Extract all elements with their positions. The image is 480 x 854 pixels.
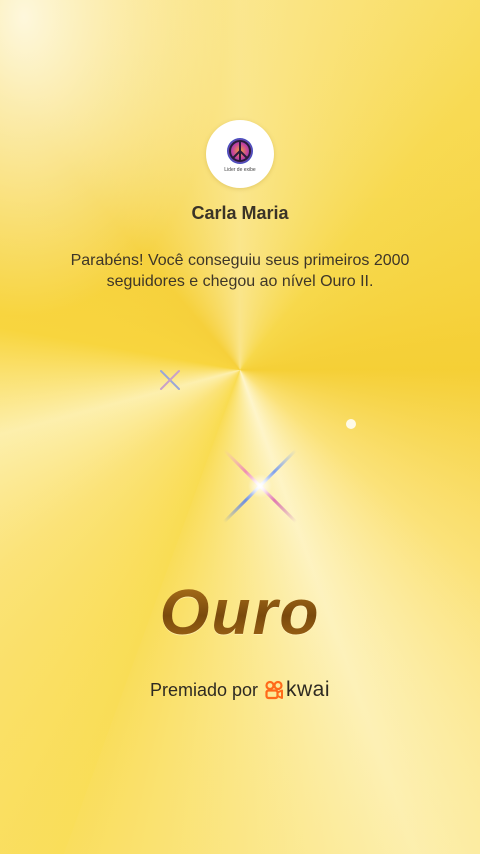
- message-line-1: Parabéns! Você conseguiu seus primeiros …: [70, 252, 410, 269]
- peace-symbol-icon: [227, 137, 253, 164]
- awarded-by-label: Premiado por: [149, 679, 259, 700]
- avatar-caption: Lider de exibe: [224, 166, 256, 173]
- kwai-logo-icon: [265, 680, 284, 700]
- level-title: Ouro: [0, 575, 480, 649]
- large-sparkle-icon: [222, 448, 298, 524]
- kwai-brand-name: kwai: [286, 678, 331, 701]
- congratulation-message: Parabéns! Você conseguiu seus primeiros …: [40, 250, 440, 292]
- user-name: Carla Maria: [191, 203, 289, 223]
- small-sparkle-icon: [160, 370, 180, 390]
- tiny-sparkle-icon: [346, 419, 356, 429]
- awarded-by: Premiado por kwai: [0, 678, 480, 702]
- message-line-2: seguidores e chegou ao nível Ouro II.: [106, 273, 374, 290]
- profile-avatar: Lider de exibe: [206, 120, 274, 188]
